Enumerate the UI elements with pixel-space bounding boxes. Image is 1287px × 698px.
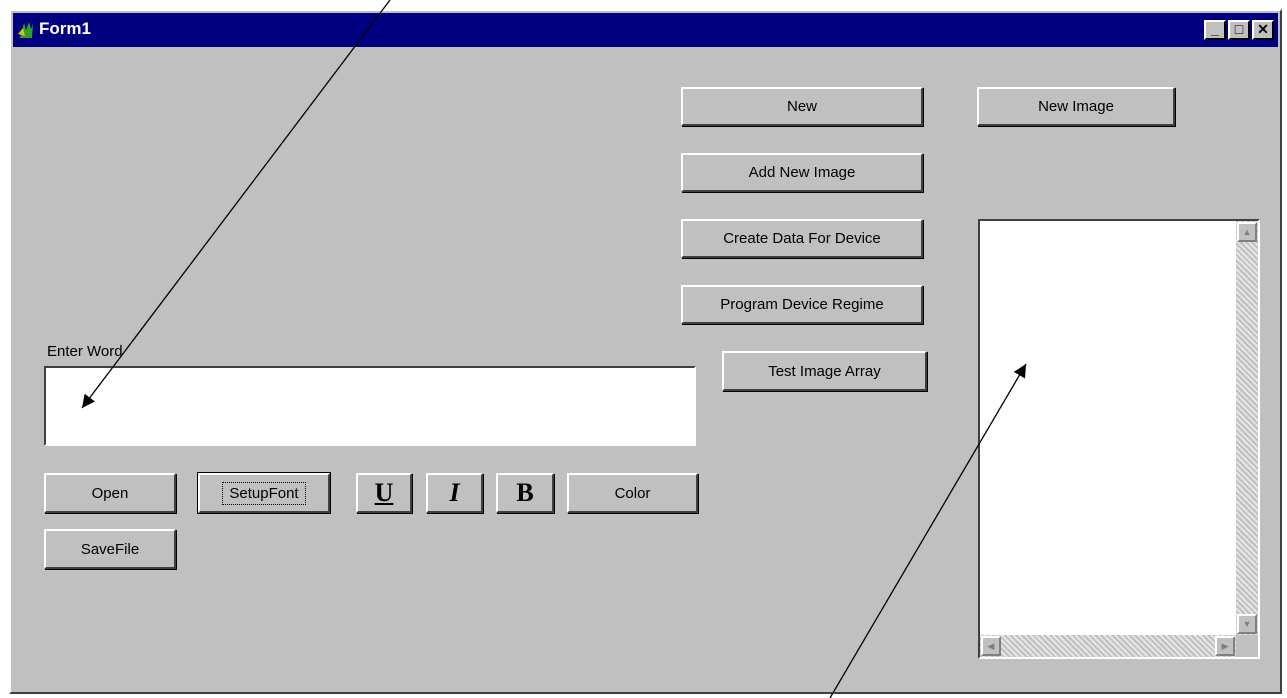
annotation-arrows <box>81 0 1027 698</box>
arrow-to-image-listbox <box>829 363 1027 698</box>
arrow-to-word-input <box>81 0 391 409</box>
